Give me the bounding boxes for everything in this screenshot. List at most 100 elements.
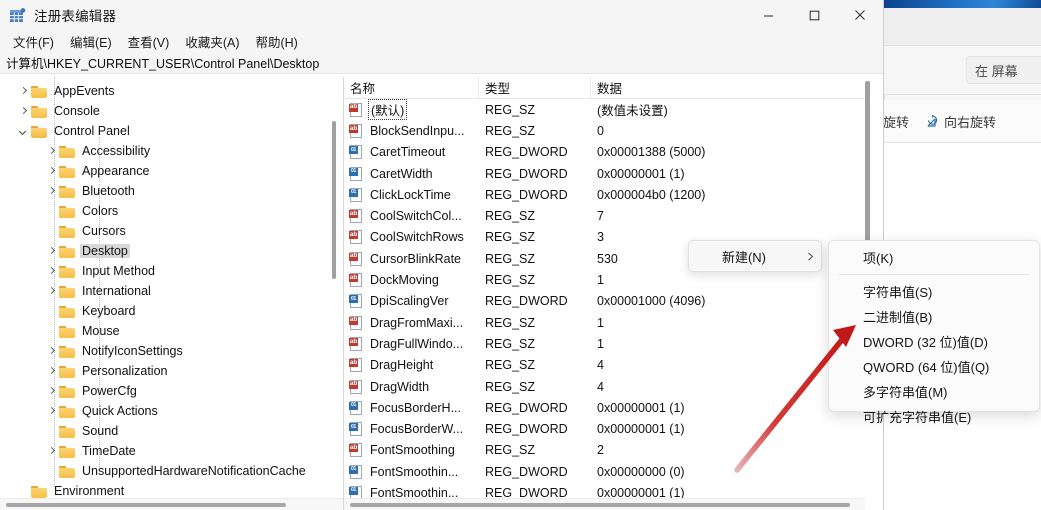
tree-item-label: UnsupportedHardwareNotificationCache <box>80 464 308 478</box>
chevron-right-icon[interactable] <box>46 386 57 397</box>
registry-values-pane[interactable]: 名称 类型 数据 ab(默认)REG_SZ(数值未设置)abBlockSendI… <box>344 77 883 510</box>
minimize-button[interactable] <box>745 0 791 30</box>
tree-item-bluetooth[interactable]: Bluetooth <box>0 181 330 201</box>
value-data: 4 <box>591 380 865 394</box>
listview-horizontal-scrollbar[interactable] <box>344 498 865 510</box>
tree-spacer <box>46 226 57 237</box>
table-row[interactable]: 01FontSmoothin...REG_DWORD0x00000000 (0) <box>344 461 865 482</box>
chevron-right-icon[interactable] <box>46 366 57 377</box>
table-row[interactable]: 01CaretTimeoutREG_DWORD0x00001388 (5000) <box>344 142 865 163</box>
tree-item-notifyiconsettings[interactable]: NotifyIconSettings <box>0 341 330 361</box>
chevron-right-icon[interactable] <box>46 186 57 197</box>
menu-file[interactable]: 文件(F) <box>6 30 61 53</box>
column-header-data[interactable]: 数据 <box>591 77 865 99</box>
tree-item-personalization[interactable]: Personalization <box>0 361 330 381</box>
column-header-name[interactable]: 名称 <box>344 77 479 99</box>
tree-item-quick-actions[interactable]: Quick Actions <box>0 401 330 421</box>
chevron-right-icon[interactable] <box>46 146 57 157</box>
rotate-left-button[interactable]: 左旋转 <box>884 112 909 131</box>
listview-vertical-scroll-thumb[interactable] <box>865 81 870 256</box>
chevron-right-icon[interactable] <box>18 86 29 97</box>
tree-item-appearance[interactable]: Appearance <box>0 161 330 181</box>
tree-vertical-scrollbar[interactable] <box>331 79 337 507</box>
tree-item-timedate[interactable]: TimeDate <box>0 441 330 461</box>
tree-item-powercfg[interactable]: PowerCfg <box>0 381 330 401</box>
menu-view[interactable]: 查看(V) <box>121 30 177 53</box>
ctx-new-expandable-string-value[interactable]: 可扩充字符串值(E) <box>829 404 1039 429</box>
tree-item-console[interactable]: Console <box>0 101 330 121</box>
chevron-right-icon[interactable] <box>46 346 57 357</box>
value-type: REG_DWORD <box>479 422 591 436</box>
table-row[interactable]: 01FocusBorderW...REG_DWORD0x00000001 (1) <box>344 418 865 439</box>
background-window-titlebar[interactable] <box>884 8 1041 46</box>
value-name: BlockSendInpu... <box>368 124 467 138</box>
menu-favorites[interactable]: 收藏夹(A) <box>178 30 246 53</box>
table-row[interactable]: abDragFromMaxi...REG_SZ1 <box>344 312 865 333</box>
table-row[interactable]: abDragWidthREG_SZ4 <box>344 376 865 397</box>
table-row[interactable]: ab(默认)REG_SZ(数值未设置) <box>344 99 865 120</box>
chevron-right-icon[interactable] <box>46 446 57 457</box>
tree-item-control-panel[interactable]: Control Panel <box>0 121 330 141</box>
tree-item-mouse[interactable]: Mouse <box>0 321 330 341</box>
chevron-right-icon[interactable] <box>46 266 57 277</box>
tree-item-appevents[interactable]: AppEvents <box>0 81 330 101</box>
chevron-right-icon[interactable] <box>46 246 57 257</box>
tree-item-label: Environment <box>52 484 126 498</box>
titlebar[interactable]: 注册表编辑器 <box>0 0 883 30</box>
background-window-search-field[interactable]: 在 屏幕 <box>966 56 1041 84</box>
rotate-right-button[interactable]: 向右旋转 <box>925 112 996 131</box>
cell-name: abDragFullWindo... <box>344 337 479 351</box>
tree-item-label: Quick Actions <box>80 404 160 418</box>
chevron-down-icon[interactable] <box>18 126 29 137</box>
tree-item-sound[interactable]: Sound <box>0 421 330 441</box>
table-row[interactable]: abBlockSendInpu...REG_SZ0 <box>344 120 865 141</box>
tree-item-international[interactable]: International <box>0 281 330 301</box>
tree-item-label: Colors <box>80 204 120 218</box>
ctx-new-dword-value[interactable]: DWORD (32 位)值(D) <box>829 329 1039 354</box>
table-row[interactable]: 01CaretWidthREG_DWORD0x00000001 (1) <box>344 163 865 184</box>
maximize-button[interactable] <box>791 0 837 30</box>
ctx-new-key[interactable]: 项(K) <box>829 245 1039 270</box>
ctx-new-qword-value[interactable]: QWORD (64 位)值(Q) <box>829 354 1039 379</box>
rotate-right-label: 向右旋转 <box>944 112 996 131</box>
tree-item-unsupportedhardwarenotificationcache[interactable]: UnsupportedHardwareNotificationCache <box>0 461 330 481</box>
column-header-type[interactable]: 类型 <box>479 77 591 99</box>
tree-spacer <box>18 486 29 497</box>
value-data: 1 <box>591 273 865 287</box>
value-type: REG_DWORD <box>479 465 591 479</box>
registry-tree-pane[interactable]: AppEventsConsole Control Panel Accessibili… <box>0 77 344 510</box>
ctx-new-binary-value[interactable]: 二进制值(B) <box>829 304 1039 329</box>
tree-vertical-scroll-thumb[interactable] <box>332 121 336 279</box>
folder-icon <box>31 485 47 498</box>
ctx-new-multi-string-value[interactable]: 多字符串值(M) <box>829 379 1039 404</box>
table-row[interactable]: 01ClickLockTimeREG_DWORD0x000004b0 (1200… <box>344 184 865 205</box>
chevron-right-icon[interactable] <box>46 286 57 297</box>
menu-edit[interactable]: 编辑(E) <box>63 30 119 53</box>
table-row[interactable]: abFontSmoothingREG_SZ2 <box>344 440 865 461</box>
menu-help[interactable]: 帮助(H) <box>248 30 304 53</box>
tree-item-cursors[interactable]: Cursors <box>0 221 330 241</box>
folder-icon <box>59 445 75 458</box>
ctx-new-string-value[interactable]: 字符串值(S) <box>829 279 1039 304</box>
chevron-right-icon[interactable] <box>46 406 57 417</box>
context-menu-new[interactable]: 新建(N) <box>688 240 822 272</box>
table-row[interactable]: 01FocusBorderH...REG_DWORD0x00000001 (1) <box>344 397 865 418</box>
chevron-right-icon[interactable] <box>18 106 29 117</box>
tree-horizontal-scrollbar[interactable] <box>0 498 344 510</box>
table-row[interactable]: abDragHeightREG_SZ4 <box>344 355 865 376</box>
listview-horizontal-scroll-thumb[interactable] <box>350 503 850 507</box>
table-row[interactable]: abCoolSwitchCol...REG_SZ7 <box>344 205 865 226</box>
tree-horizontal-scroll-thumb[interactable] <box>6 503 286 507</box>
tree-item-accessibility[interactable]: Accessibility <box>0 141 330 161</box>
table-row[interactable]: 01DpiScalingVerREG_DWORD0x00001000 (4096… <box>344 291 865 312</box>
tree-item-desktop[interactable]: Desktop <box>0 241 330 261</box>
close-button[interactable] <box>837 0 883 30</box>
tree-item-keyboard[interactable]: Keyboard <box>0 301 330 321</box>
table-row[interactable]: abDragFullWindo...REG_SZ1 <box>344 333 865 354</box>
tree-item-label: Control Panel <box>52 124 132 138</box>
address-bar[interactable]: 计算机\HKEY_CURRENT_USER\Control Panel\Desk… <box>0 52 883 74</box>
table-row[interactable]: abDockMovingREG_SZ1 <box>344 269 865 290</box>
tree-item-input-method[interactable]: Input Method <box>0 261 330 281</box>
chevron-right-icon[interactable] <box>46 166 57 177</box>
tree-item-colors[interactable]: Colors <box>0 201 330 221</box>
